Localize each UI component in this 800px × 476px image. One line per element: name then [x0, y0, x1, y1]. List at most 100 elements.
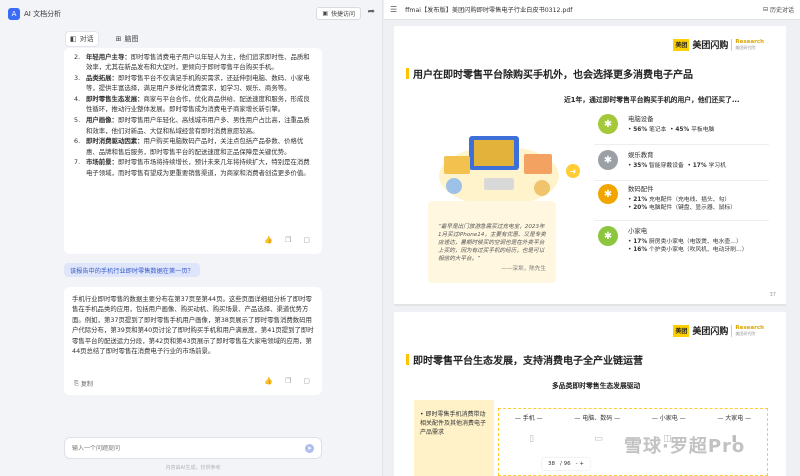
- pct-label: 厨房类小家电（电饭煲、电水壶…）: [649, 239, 742, 245]
- flow-label: — 电脑、数码 —: [574, 415, 621, 422]
- page-current[interactable]: 38: [548, 461, 555, 467]
- outline-icon[interactable]: ☰: [390, 5, 397, 14]
- chat-icon: ◧: [70, 35, 77, 43]
- divider: [594, 180, 769, 181]
- answer-actions: 👍 ❐ ▢: [264, 377, 310, 385]
- list-num: 6.: [74, 137, 81, 146]
- like-icon[interactable]: 👍: [264, 377, 273, 385]
- pct-label: 充电配件（充电线、插头、勾）: [649, 197, 731, 203]
- category-name: 小家电: [628, 227, 648, 235]
- list-item: 3. 品类拓展：即时零售平台不仅满足手机购买需求，还延伸到电脑、数码、小家电等，提…: [74, 73, 312, 94]
- pct-label: 学习机: [708, 163, 726, 169]
- page-number: 37: [769, 292, 776, 298]
- driver-text: • 即时零售手机消费带动相关配件及其他消费电子产品需求: [420, 411, 487, 436]
- more-icon[interactable]: ▢: [303, 377, 310, 385]
- flow-label: — 手机 —: [514, 415, 543, 422]
- list-item-title: 市场前景：: [86, 158, 118, 167]
- question-input[interactable]: [72, 444, 305, 452]
- list-num: 2.: [74, 53, 81, 61]
- quick-access-button[interactable]: ▣ 快捷访问: [316, 7, 361, 20]
- user-question[interactable]: 该报告中的手机行业即时零售数据在第一页？: [64, 263, 200, 277]
- bookmark-icon: ▣: [322, 10, 328, 17]
- mindmap-icon: ⊞: [115, 35, 122, 43]
- list-num: 7.: [74, 158, 81, 167]
- copy-icon[interactable]: ❐: [285, 377, 291, 385]
- pct: 20%: [633, 205, 648, 211]
- list-item-title: 品类拓展：: [86, 74, 118, 83]
- pct-label: 个护类小家电（吹风机、电动牙刷…）: [649, 247, 748, 253]
- pct: 17%: [692, 163, 707, 169]
- history-label: 历史对话: [769, 7, 794, 14]
- page-title: 用户在即时零售平台除购买手机外，也会选择更多消费电子产品: [406, 66, 693, 81]
- pdf-toolbar: ☰ ffmai【发布版】美团闪购即时零售电子行业白皮书0312.pdf ⊟ 历史…: [384, 0, 800, 20]
- list-num: 5.: [74, 116, 81, 125]
- list-item-text: 即时零售市场将持续增长，预计未来几年将持续扩大，特别是在消费电子领域，而时零售有…: [86, 158, 310, 177]
- category-line: • 35% 智能穿戴设备 • 17% 学习机: [628, 163, 726, 169]
- pct: 45%: [675, 127, 690, 133]
- answer-list: 2. 年轻用户主导：即时零售消费电子用户以年轻人为主，他们追求即时性、品质和效率，…: [74, 52, 312, 178]
- category-name: 电脑设备: [628, 115, 654, 123]
- tab-chat[interactable]: ◧ 对话: [66, 32, 98, 46]
- list-item: 2. 年轻用户主导：即时零售消费电子用户以年轻人为主，他们追求即时性、品质和效率，…: [74, 52, 312, 73]
- list-item: 7. 市场前景：即时零售市场将持续增长，预计未来几年将持续扩大，特别是在消费电子领…: [74, 157, 312, 178]
- laptop-icon: ✱: [598, 114, 618, 134]
- pct-label: 笔记本: [649, 127, 667, 133]
- list-item-title: 年轻用户主导：: [86, 53, 131, 61]
- list-item-text: 即时零售用户年轻化、高线城市用户多、男性用户占比高，注重品质和效率，他们对新品、…: [86, 116, 310, 135]
- list-num: 4.: [74, 95, 81, 104]
- gamepad-icon: ✱: [598, 150, 618, 170]
- list-num: 3.: [74, 74, 81, 83]
- meituan-logo: 美团: [673, 38, 690, 51]
- quote-source: ——深圳，陈先生: [501, 266, 546, 272]
- list-item-text: 即时零售平台不仅满足手机购买需求，还延伸到电脑、数码、小家电等，提供丰富选择，满…: [86, 74, 310, 93]
- top-bar: A AI 文档分析 ▣ 快捷访问 ➦: [0, 0, 383, 27]
- list-item-title: 即时零售生态发展：: [86, 95, 144, 104]
- quote-box: “最早是出门旅游急需买过充电宝，2023年1月买过iPhone14，主要有优惠、…: [428, 201, 556, 283]
- quote-text: “最早是出门旅游急需买过充电宝，2023年1月买过iPhone14，主要有优惠、…: [438, 224, 546, 262]
- page-control[interactable]: 38 / 96 - +: [542, 458, 590, 470]
- send-icon[interactable]: ➤: [305, 443, 314, 453]
- page-subtitle: 近1年，通过即时零售平台购买手机的用户，他们还买了...: [564, 96, 740, 104]
- list-item-title: 用户画像：: [86, 116, 118, 125]
- pct: 35%: [633, 163, 648, 169]
- category-name: 娱乐教育: [628, 151, 654, 159]
- tab-bar: ◧ 对话 ⊞ 脑图: [66, 32, 143, 46]
- page-title-text: 即时零售平台生态发展，支持消费电子全产业链运营: [413, 356, 643, 367]
- answer-card-2: 手机行业即时零售的数据主要分布在第37页至第44页。这些页面详细组分析了即时零售…: [64, 287, 322, 395]
- history-icon: ⊟: [762, 6, 768, 13]
- quick-access-label: 快捷访问: [330, 11, 355, 18]
- flow-label-text: 电脑、数码: [582, 415, 613, 422]
- tab-mindmap[interactable]: ⊞ 脑图: [112, 32, 143, 46]
- question-input-box: ➤: [64, 437, 322, 459]
- like-icon[interactable]: 👍: [264, 236, 273, 244]
- copy-button[interactable]: ⎘ 复制: [74, 379, 93, 389]
- share-icon[interactable]: ➦: [367, 7, 375, 17]
- history-button[interactable]: ⊟ 历史对话: [763, 5, 794, 14]
- copy-icon[interactable]: ❐: [285, 236, 291, 244]
- flow-label-text: 手机: [522, 415, 535, 422]
- category-line: • 16% 个护类小家电（吹风机、电动牙刷…）: [628, 247, 748, 253]
- section-subtitle: 多品类即时零售生态发展驱动: [552, 382, 641, 390]
- research-subtitle: 美团研究院: [735, 44, 756, 50]
- list-item-title: 即时消费驱动因素：: [86, 137, 144, 146]
- pct: 16%: [633, 247, 648, 253]
- brand-divider: [731, 324, 733, 337]
- flow-label-text: 大家电: [725, 415, 744, 422]
- divider: [594, 144, 769, 145]
- driver-text-content: 即时零售手机消费带动相关配件及其他消费电子产品需求: [420, 411, 487, 436]
- page-edge: [394, 304, 786, 306]
- zoom-controls[interactable]: - +: [576, 461, 584, 467]
- pct: 56%: [633, 127, 648, 133]
- chat-panel: A AI 文档分析 ▣ 快捷访问 ➦ ◧ 对话 ⊞ 脑图 2. 年轻用户主导： 即时…: [0, 0, 383, 476]
- app-logo-icon: A: [8, 7, 20, 20]
- category-line: • 56% 笔记本 • 45% 平板电脑: [628, 127, 715, 133]
- more-icon[interactable]: ▢: [303, 236, 310, 244]
- brand-header: 美团 美团闪购 Research 美团研究院: [673, 38, 764, 51]
- app-window: A AI 文档分析 ▣ 快捷访问 ➦ ◧ 对话 ⊞ 脑图 2. 年轻用户主导： 即时…: [0, 0, 800, 476]
- meituan-shangou-logo: 美团闪购: [692, 41, 729, 51]
- pct-label: 平板电脑: [691, 127, 715, 133]
- category-line: • 21% 充电配件（充电线、插头、勾）: [628, 197, 731, 203]
- phone-icon: ▯: [529, 434, 535, 444]
- laptop-icon: ▭: [594, 434, 603, 444]
- meituan-shangou-logo: 美团闪购: [692, 327, 729, 337]
